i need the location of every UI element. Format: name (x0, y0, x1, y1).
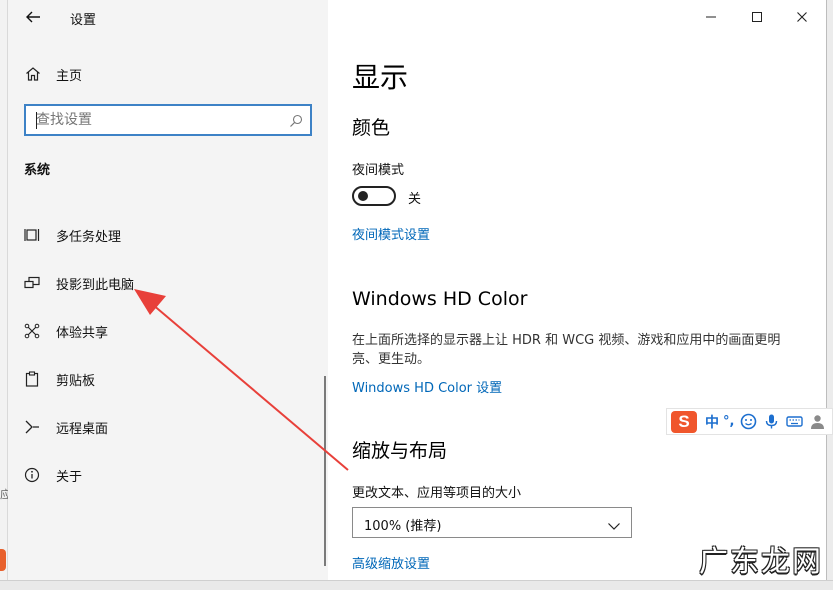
night-light-settings-link[interactable]: 夜间模式设置 (352, 224, 430, 243)
maximize-icon (752, 12, 762, 22)
scale-dropdown[interactable]: 100% (推荐) (352, 507, 632, 538)
page-title: 显示 (352, 61, 409, 94)
microphone-icon[interactable] (763, 413, 780, 430)
minimize-button[interactable] (700, 6, 722, 28)
minimize-icon (706, 16, 716, 18)
scale-label: 更改文本、应用等项目的大小 (352, 486, 522, 501)
toggle-knob (358, 191, 368, 201)
sidebar-item-shared-experiences[interactable]: 体验共享 (24, 320, 108, 342)
background-window-edge-right (826, 0, 833, 590)
scale-dropdown-value: 100% (推荐) (364, 519, 442, 534)
arrow-left-icon (26, 11, 40, 23)
shared-experiences-icon (24, 323, 40, 339)
watermark-logo: 广东龙网 (699, 544, 824, 578)
sogou-logo-icon[interactable]: S (671, 410, 697, 433)
maximize-button[interactable] (746, 6, 768, 28)
hd-color-settings-link[interactable]: Windows HD Color 设置 (352, 377, 502, 396)
sidebar-item-label: 剪贴板 (56, 373, 96, 389)
sidebar-scrollbar[interactable] (324, 376, 326, 566)
sidebar-item-clipboard[interactable]: 剪贴板 (24, 368, 95, 390)
multitasking-icon (24, 227, 40, 243)
emoji-icon[interactable] (740, 413, 757, 430)
projecting-icon (24, 275, 40, 291)
sidebar-item-label: 远程桌面 (56, 421, 109, 437)
background-app-icon (0, 549, 6, 571)
main-content: 显示 颜色 夜间模式 关 夜间模式设置 Windows HD Color 在上面… (328, 0, 826, 580)
info-icon (24, 467, 40, 483)
sidebar-item-label: 多任务处理 (56, 229, 122, 245)
background-window-edge (0, 0, 8, 590)
sidebar-item-remote-desktop[interactable]: 远程桌面 (24, 416, 108, 438)
home-icon (24, 65, 42, 83)
hd-color-description: 在上面所选择的显示器上让 HDR 和 WCG 视频、游戏和应用中的画面更明亮、更… (352, 333, 781, 367)
background-taskbar-edge (0, 580, 833, 590)
keyboard-icon[interactable] (786, 413, 804, 430)
remote-desktop-icon (24, 419, 40, 435)
chevron-down-icon (607, 517, 621, 530)
search-input[interactable] (36, 111, 276, 129)
night-light-label: 夜间模式 (352, 163, 405, 178)
search-icon[interactable] (289, 113, 303, 127)
ime-mode-toggle[interactable]: 中 (705, 412, 719, 432)
sidebar-item-home[interactable]: 主页 (24, 64, 82, 84)
close-icon (797, 12, 807, 22)
background-window-text: 应 (0, 488, 11, 501)
home-label: 主页 (56, 68, 83, 84)
sidebar: 设置 主页 系统 多任务处理 投影到此电脑 (8, 0, 328, 580)
clipboard-icon (24, 371, 40, 387)
settings-window: 设置 主页 系统 多任务处理 投影到此电脑 (8, 0, 826, 580)
night-light-toggle[interactable] (352, 186, 396, 206)
ime-punctuation-toggle[interactable]: °, (723, 414, 734, 429)
sidebar-item-label: 体验共享 (56, 325, 109, 341)
sidebar-item-projecting[interactable]: 投影到此电脑 (24, 272, 134, 294)
sidebar-item-about[interactable]: 关于 (24, 464, 82, 486)
ime-toolbar: S 中 °, (666, 408, 833, 435)
close-button[interactable] (791, 6, 813, 28)
sidebar-item-multitasking[interactable]: 多任务处理 (24, 224, 121, 246)
section-heading-color: 颜色 (352, 117, 391, 139)
back-button[interactable] (24, 8, 42, 26)
app-title: 设置 (70, 13, 97, 28)
section-label-system: 系统 (24, 163, 51, 178)
user-icon[interactable] (809, 413, 826, 430)
section-heading-hd-color: Windows HD Color (352, 288, 528, 310)
text-cursor (36, 112, 37, 129)
advanced-scaling-link[interactable]: 高级缩放设置 (352, 553, 430, 572)
search-box[interactable] (24, 104, 312, 136)
sidebar-item-label: 关于 (56, 469, 83, 485)
night-light-state: 关 (408, 192, 422, 207)
sidebar-item-label: 投影到此电脑 (56, 277, 135, 293)
section-heading-scale-layout: 缩放与布局 (352, 440, 448, 462)
